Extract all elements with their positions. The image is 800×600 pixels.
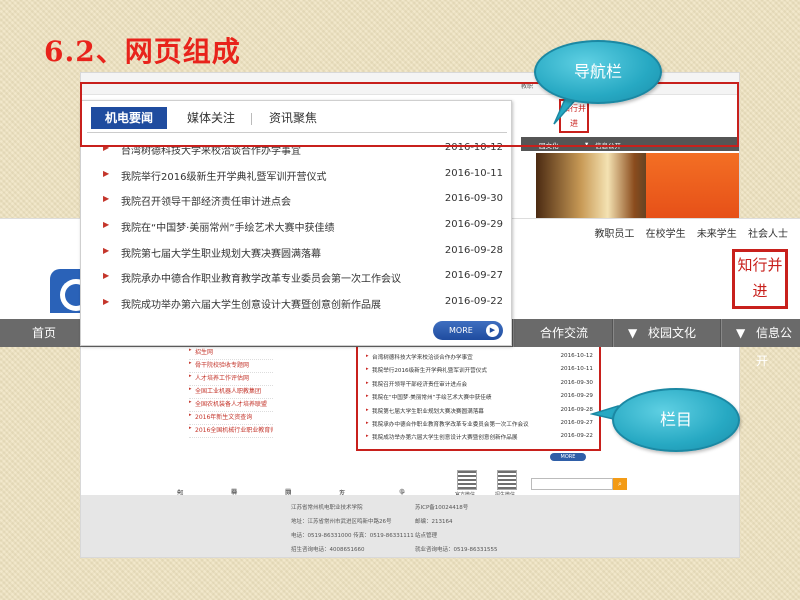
- column-news-row[interactable]: 我院第七届大学生职业规划大赛决赛圆满落幕 2016-09-28: [366, 405, 593, 418]
- column-news-title: 我院召开领导干部经济责任审计进点会: [372, 381, 468, 388]
- footer-line: 江苏省常州机电职业技术学院: [291, 505, 363, 511]
- news-title: 我院第七届大学生职业规划大赛决赛圆满落幕: [121, 248, 321, 260]
- column-news-row[interactable]: 我院承办中德合作职业教育教学改革专业委员会第一次工作会议 2016-09-27: [366, 418, 593, 431]
- left-link[interactable]: 人才培养工作评估网: [189, 373, 273, 386]
- left-link[interactable]: 2016年新生文资查询: [189, 412, 273, 425]
- left-link[interactable]: 全国工业机器人职教集团: [189, 386, 273, 399]
- left-link[interactable]: 招生网: [189, 347, 273, 360]
- news-row[interactable]: ▶ 我院第七届大学生职业规划大赛决赛圆满落幕 2016-09-28: [103, 242, 503, 268]
- column-callout-bubble: 栏目: [612, 388, 740, 452]
- column-news-title: 我院成功举办第六届大学生创意设计大赛暨创意创新作品展: [372, 435, 518, 442]
- nav-item-info-public[interactable]: 信息公开: [756, 319, 800, 368]
- left-link[interactable]: 2016全国机械行业职业教育师资培训: [189, 425, 273, 438]
- nav-divider: [612, 319, 614, 347]
- chevron-down-icon: ▼: [736, 326, 746, 340]
- news-date: 2016-09-28: [444, 244, 503, 256]
- more-label: MORE: [449, 326, 473, 335]
- triangle-bullet-icon: ▶: [103, 220, 110, 230]
- more-button[interactable]: MORE ▶: [433, 321, 503, 340]
- column-news-title: 我院承办中德合作职业教育教学改革专业委员会第一次工作会议: [372, 421, 529, 428]
- footer-line: 苏ICP备10024418号: [415, 505, 469, 511]
- column-news-row[interactable]: 台湾树德科技大学来校洽谈合作办学事宜 2016-10-12: [366, 351, 593, 364]
- column-news-date: 2016-09-27: [560, 419, 593, 426]
- column-news-list: 台湾树德科技大学来校洽谈合作办学事宜 2016-10-12 我院举行2016级新生…: [356, 345, 601, 451]
- news-row[interactable]: ▶ 我院召开领导干部经济责任审计进点会 2016-09-30: [103, 190, 503, 216]
- slide-title: 6.2、网页组成: [44, 35, 241, 68]
- footer-line: 地址：江苏省常州市武进区鸣新中路26号: [291, 519, 392, 525]
- news-date: 2016-09-27: [444, 270, 503, 282]
- left-link[interactable]: 骨干院校验收专题网: [189, 360, 273, 373]
- news-date: 2016-09-29: [444, 219, 503, 231]
- column-news-date: 2016-10-11: [560, 366, 593, 373]
- footer-search-input[interactable]: [531, 478, 613, 490]
- footer-line: 电话：0519-86331000 传真：0519-86331111: [291, 533, 414, 539]
- news-title: 我院在“中国梦·美丽常州”手绘艺术大赛中获佳绩: [121, 223, 335, 235]
- nav-divider: [512, 319, 514, 347]
- nav-callout-bubble: 导航栏: [534, 40, 662, 104]
- qr-code-icon: [457, 470, 477, 490]
- audience-link[interactable]: 未来学生: [697, 229, 737, 240]
- audience-links: 教职员工 在校学生 未来学生 社会人士: [586, 225, 788, 240]
- triangle-bullet-icon: ▶: [103, 168, 110, 178]
- column-more-button[interactable]: MORE: [550, 453, 586, 461]
- column-news-row[interactable]: 我院成功举办第六届大学生创意设计大赛暨创意创新作品展 2016-09-22: [366, 431, 593, 444]
- column-news-row[interactable]: 我院举行2016级新生开学典礼暨军训开营仪式 2016-10-11: [366, 364, 593, 377]
- column-news-title: 我院第七届大学生职业规划大赛决赛圆满落幕: [372, 408, 484, 415]
- arrow-right-icon: ▶: [486, 324, 499, 337]
- news-date: 2016-10-11: [444, 167, 503, 179]
- column-news-date: 2016-09-29: [560, 393, 593, 400]
- news-title: 我院承办中德合作职业教育教学改革专业委员会第一次工作会议: [121, 274, 401, 286]
- news-row[interactable]: ▶ 我院在“中国梦·美丽常州”手绘艺术大赛中获佳绩 2016-09-29: [103, 216, 503, 242]
- triangle-bullet-icon: ▶: [103, 194, 110, 204]
- motto-seal: 知行并进: [732, 249, 788, 309]
- news-date: 2016-09-22: [444, 296, 503, 308]
- column-news-row[interactable]: 我院在“中国梦·美丽常州”手绘艺术大赛中获佳绩 2016-09-29: [366, 391, 593, 404]
- footer-line: 就业咨询电话：0519-86331555: [415, 547, 498, 553]
- qr-code-icon: [497, 470, 517, 490]
- column-news-date: 2016-09-28: [560, 406, 593, 413]
- seal-text: 知行并进: [737, 256, 783, 300]
- audience-link[interactable]: 教职员工: [594, 229, 634, 240]
- left-link-list: 招生网 骨干院校验收专题网 人才培养工作评估网 全国工业机器人职教集团 全国农机…: [189, 347, 273, 438]
- column-news-title: 我院在“中国梦·美丽常州”手绘艺术大赛中获佳绩: [372, 395, 492, 402]
- column-news-date: 2016-10-12: [560, 353, 593, 359]
- column-news-title: 台湾树德科技大学来校洽谈合作办学事宜: [372, 355, 473, 361]
- news-row[interactable]: ▶ 我院举行2016级新生开学典礼暨军训开营仪式 2016-10-11: [103, 165, 503, 191]
- news-title: 我院召开领导干部经济责任审计进点会: [121, 197, 291, 209]
- nav-divider: [720, 319, 722, 347]
- chevron-down-icon: ▼: [628, 326, 638, 340]
- news-title: 我院成功举办第六届大学生创意设计大赛暨创意创新作品展: [121, 300, 381, 312]
- column-news-title: 我院举行2016级新生开学典礼暨军训开营仪式: [372, 368, 487, 375]
- news-list: ▶ 台湾树德科技大学来校洽谈合作办学事宜 2016-10-12 ▶ 我院举行2016级…: [103, 139, 503, 319]
- news-row[interactable]: ▶ 我院承办中德合作职业教育教学改革专业委员会第一次工作会议 2016-09-27: [103, 267, 503, 293]
- triangle-bullet-icon: ▶: [103, 245, 110, 255]
- search-icon[interactable]: ⌕: [613, 478, 627, 490]
- news-row[interactable]: ▶ 我院成功举办第六届大学生创意设计大赛暨创意创新作品展 2016-09-22: [103, 293, 503, 319]
- footer-line: 招生咨询电话：4008651660: [291, 547, 365, 553]
- nav-item-campus-culture[interactable]: 校园文化: [648, 319, 696, 347]
- column-news-date: 2016-09-30: [560, 379, 593, 386]
- nav-item-cooperation[interactable]: 合作交流: [540, 319, 588, 347]
- footer-line: 邮编：213164: [415, 519, 453, 525]
- news-title: 我院举行2016级新生开学典礼暨军训开营仪式: [121, 171, 327, 183]
- audience-link[interactable]: 在校学生: [646, 229, 686, 240]
- triangle-bullet-icon: ▶: [103, 297, 110, 307]
- site-footer: 江苏省常州机电职业技术学院 地址：江苏省常州市武进区鸣新中路26号 电话：051…: [81, 495, 739, 557]
- nav-item-home[interactable]: 首页: [32, 319, 56, 347]
- audience-link[interactable]: 社会人士: [748, 229, 788, 240]
- footer-line[interactable]: 站点管理: [415, 531, 437, 539]
- column-news-date: 2016-09-22: [560, 433, 593, 440]
- news-date: 2016-09-30: [444, 193, 503, 205]
- column-news-row[interactable]: 我院召开领导干部经济责任审计进点会 2016-09-30: [366, 378, 593, 391]
- triangle-bullet-icon: ▶: [103, 271, 110, 281]
- left-link[interactable]: 全国农机装备人才培养联盟: [189, 399, 273, 412]
